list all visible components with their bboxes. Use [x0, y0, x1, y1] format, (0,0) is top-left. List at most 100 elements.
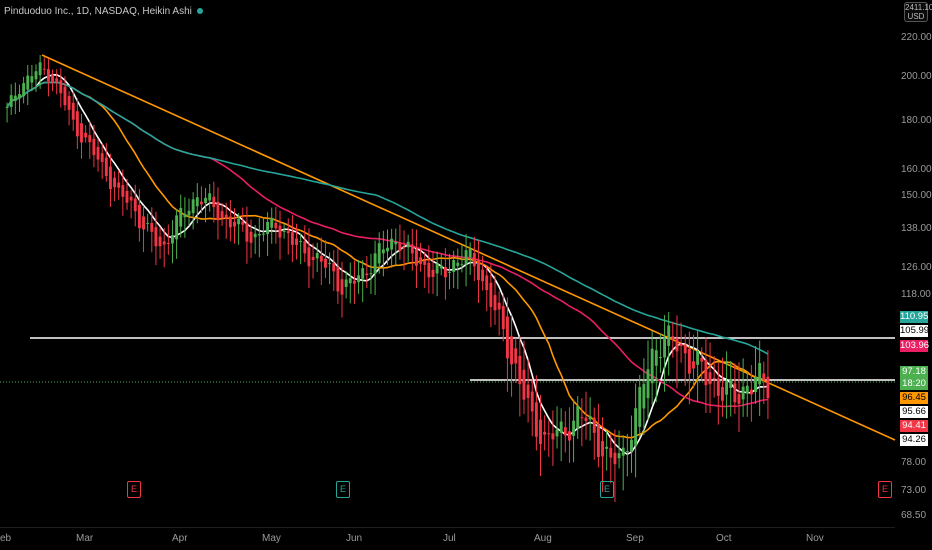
candle-body — [278, 225, 282, 238]
candle-body — [42, 68, 46, 70]
candle-body — [22, 83, 26, 97]
candle-body — [485, 275, 489, 291]
candle-body — [108, 166, 112, 190]
candle-body — [766, 376, 770, 399]
candle-body — [92, 138, 96, 156]
candle-body — [394, 241, 398, 245]
candle-body — [419, 257, 423, 264]
candle-body — [166, 243, 170, 245]
candle-body — [121, 185, 125, 197]
candle-body — [241, 221, 245, 225]
currency-top-label: 2411.10 — [905, 3, 932, 12]
candle-body — [191, 199, 195, 214]
candle-body — [117, 182, 121, 188]
currency-bottom-label: USD — [907, 12, 925, 21]
candle-body — [266, 221, 270, 235]
candle-body — [729, 378, 733, 388]
candle-body — [625, 450, 629, 452]
earnings-badge[interactable]: E — [127, 481, 141, 498]
candle-body — [137, 204, 141, 229]
candle-body — [150, 222, 154, 232]
candle-body — [63, 86, 67, 106]
price-tag: 94.41 — [900, 420, 928, 432]
candle-body — [675, 338, 679, 352]
candle-body — [621, 447, 625, 456]
candle-body — [328, 263, 332, 265]
candle-body — [344, 279, 348, 287]
candle-body — [514, 348, 518, 364]
candle-body — [158, 236, 162, 247]
candle-body — [402, 246, 406, 248]
candle-body — [563, 427, 567, 436]
candle-body — [758, 363, 762, 385]
candle-body — [749, 389, 753, 395]
candle-body — [228, 216, 232, 228]
candle-body — [290, 232, 294, 245]
candle-body — [530, 391, 534, 412]
candle-body — [543, 431, 547, 435]
price-chart[interactable] — [0, 0, 932, 550]
time-tick-label: eb — [0, 533, 12, 544]
candle-body — [67, 95, 71, 110]
candle-body — [439, 265, 443, 269]
candle-body — [510, 336, 514, 365]
price-tick-label: 180.00 — [901, 115, 932, 126]
candle-body — [596, 425, 600, 458]
chart-title-text: Pinduoduo Inc., 1D, NASDAQ, Heikin Ashi — [4, 6, 192, 17]
candle-body — [518, 355, 522, 385]
candle-body — [324, 258, 327, 268]
earnings-badge[interactable]: E — [600, 481, 614, 498]
candle-body — [282, 230, 286, 232]
earnings-badge[interactable]: E — [336, 481, 350, 498]
candle-body — [30, 76, 34, 83]
time-tick-label: Nov — [806, 533, 824, 544]
candle-body — [319, 255, 323, 262]
candle-body — [547, 433, 551, 435]
price-tick-label: 200.00 — [901, 71, 932, 82]
candle-body — [671, 336, 675, 340]
candle-body — [104, 157, 108, 176]
candle-body — [762, 373, 766, 381]
candle-body — [555, 429, 559, 437]
time-axis-divider — [0, 527, 895, 528]
candle-body — [390, 238, 394, 250]
price-tick-label: 126.00 — [901, 262, 932, 273]
candle-body — [423, 260, 427, 265]
candle-body — [613, 452, 617, 465]
candle-body — [493, 295, 497, 311]
price-tag: 110.95 — [900, 311, 929, 323]
market-status-dot — [196, 8, 203, 15]
candle-body — [357, 275, 361, 283]
candle-body — [609, 447, 613, 458]
candle-body — [96, 146, 100, 160]
price-tag: 94.26 — [900, 434, 928, 446]
candle-body — [414, 248, 418, 266]
candle-body — [497, 302, 501, 310]
candle-body — [522, 369, 526, 400]
candle-body — [477, 259, 480, 280]
candle-body — [348, 278, 352, 284]
candle-body — [667, 325, 671, 346]
candle-body — [410, 244, 414, 254]
earnings-badge[interactable]: E — [878, 481, 892, 498]
candle-body — [352, 280, 356, 284]
candle-body — [336, 267, 340, 292]
candle-body — [687, 348, 691, 374]
candle-body — [708, 372, 712, 385]
candle-body — [406, 241, 410, 248]
candle-body — [84, 132, 88, 138]
candle-body — [526, 384, 530, 399]
candle-body — [373, 253, 377, 274]
currency-button[interactable]: 2411.10 USD — [904, 2, 932, 22]
candle-body — [100, 153, 104, 162]
candle-body — [448, 271, 451, 273]
candle-body — [576, 406, 580, 429]
candle-body — [489, 282, 493, 307]
price-tick-label: 118.00 — [901, 289, 931, 300]
candle-body — [13, 95, 17, 102]
candle-body — [216, 201, 220, 221]
candle-body — [224, 214, 228, 219]
candle-body — [26, 75, 30, 90]
candle-body — [171, 235, 174, 244]
candle-body — [481, 269, 485, 282]
